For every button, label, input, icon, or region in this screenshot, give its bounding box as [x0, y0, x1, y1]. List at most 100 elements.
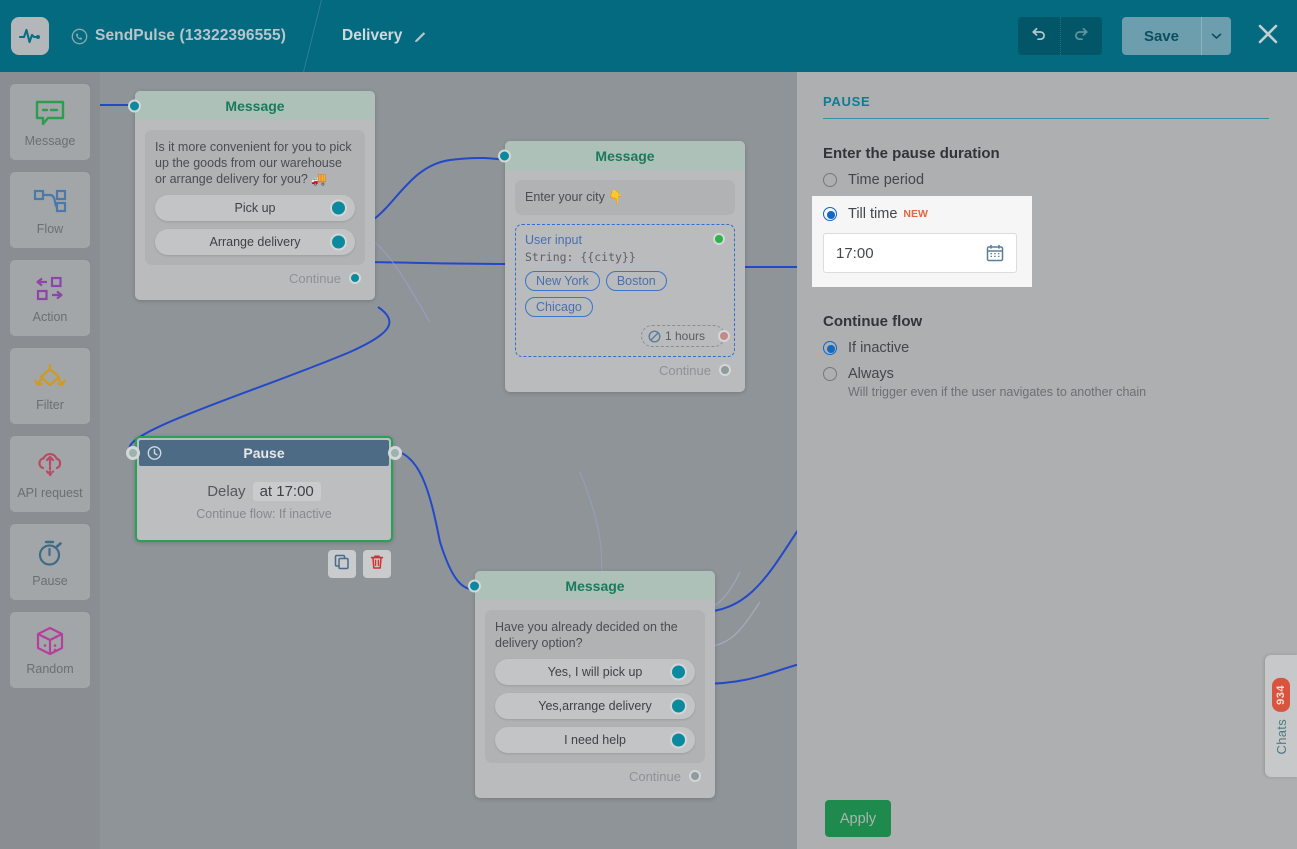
breadcrumb-account[interactable]: SendPulse (13322396555) [71, 27, 286, 45]
panel-title: PAUSE [823, 94, 871, 109]
sidebar-item-flow[interactable]: Flow [10, 172, 90, 248]
account-label: SendPulse (13322396555) [95, 27, 287, 44]
radio-till-time[interactable]: Till time NEW [823, 206, 1032, 222]
continue-label: Continue [658, 363, 711, 378]
node-input-port[interactable] [128, 99, 141, 112]
continue-label: Continue [288, 271, 341, 286]
continue-output-port[interactable] [689, 769, 701, 782]
pencil-icon[interactable] [413, 28, 429, 44]
node-pause[interactable]: Pause Delay at 17:00 Continue flow: If in… [126, 436, 402, 578]
radio-indicator [823, 207, 837, 221]
message-bubble[interactable]: Have you already decided on the delivery… [485, 610, 705, 763]
user-input-title: User input [525, 233, 582, 247]
user-input-timeout-badge[interactable]: 1 hours [641, 325, 730, 347]
till-time-input[interactable]: 17:00 [823, 233, 1017, 273]
save-button[interactable]: Save [1122, 17, 1201, 55]
history-button-group [1017, 17, 1102, 55]
node-output-port[interactable] [388, 446, 402, 460]
user-input-block[interactable]: User input String: {{city}} New York Bos… [515, 224, 735, 357]
sidebar-item-random[interactable]: Random [10, 612, 90, 688]
city-chip[interactable]: Chicago [525, 297, 593, 317]
message-bubble[interactable]: Enter your city 👇 [515, 180, 735, 215]
radio-label: If inactive [848, 340, 910, 356]
quick-reply-label: Pick up [234, 201, 276, 215]
node-body: Delay at 17:00 Continue flow: If inactive [139, 466, 389, 538]
calendar-icon[interactable] [986, 244, 1004, 262]
close-button[interactable] [1253, 21, 1283, 51]
quick-reply-button[interactable]: Yes, I will pick up [495, 659, 695, 685]
node-header: Pause [126, 440, 402, 466]
button-output-port[interactable] [330, 233, 347, 251]
continue-row[interactable]: Continue [515, 357, 735, 382]
node-header: Message [498, 141, 745, 170]
no-entry-icon [648, 329, 661, 343]
pause-delay-label: Delay [207, 483, 246, 500]
continue-output-port[interactable] [719, 363, 731, 376]
sidebar-item-message[interactable]: Message [10, 84, 90, 160]
continue-row[interactable]: Continue [485, 763, 705, 788]
radio-if-inactive[interactable]: If inactive [823, 340, 1269, 356]
api-cloud-icon [34, 448, 66, 482]
sidebar-item-pause[interactable]: Pause [10, 524, 90, 600]
message-text: Is it more convenient for you to pick up… [155, 140, 352, 186]
till-time-card: Till time NEW 17:00 [812, 196, 1032, 287]
chats-widget[interactable]: 934 Chats [1265, 655, 1297, 777]
message-bubble[interactable]: Is it more convenient for you to pick up… [145, 130, 365, 265]
pulse-logo-icon[interactable] [11, 17, 49, 55]
till-time-value: 17:00 [836, 244, 874, 262]
radio-label: Always [848, 366, 894, 382]
timeout-output-port[interactable] [718, 330, 730, 342]
node-input-port[interactable] [126, 446, 140, 460]
radio-indicator [823, 367, 837, 381]
whatsapp-icon [71, 28, 88, 45]
sidebar-item-label: API request [17, 486, 83, 500]
radio-time-period[interactable]: Time period [823, 172, 1269, 188]
redo-button[interactable] [1059, 17, 1102, 55]
sidebar-item-filter[interactable]: Filter [10, 348, 90, 424]
copy-node-button[interactable] [328, 550, 356, 578]
trash-icon [369, 554, 385, 575]
sidebar-item-label: Random [26, 662, 74, 676]
message-bubble-icon [34, 96, 66, 130]
quick-reply-button[interactable]: I need help [495, 727, 695, 753]
node-header: Message [468, 571, 715, 600]
apply-button[interactable]: Apply [825, 800, 891, 837]
pause-delay-row: Delay at 17:00 [207, 482, 321, 501]
sidebar-item-action[interactable]: Action [10, 260, 90, 336]
radio-indicator [823, 173, 837, 187]
city-chip[interactable]: Boston [605, 271, 667, 291]
clock-icon [147, 446, 162, 461]
button-output-port[interactable] [670, 731, 687, 749]
radio-always[interactable]: Always [823, 366, 1269, 382]
save-dropdown-button[interactable] [1201, 17, 1231, 55]
node-message-1[interactable]: Message Is it more convenient for you to… [128, 91, 375, 300]
breadcrumb-flow[interactable]: Delivery [342, 27, 429, 45]
message-text: Have you already decided on the delivery… [495, 620, 678, 650]
continue-row[interactable]: Continue [145, 265, 365, 290]
node-input-port[interactable] [468, 579, 481, 592]
node-title: Message [225, 97, 285, 114]
quick-reply-button[interactable]: Yes,arrange delivery [495, 693, 695, 719]
continue-output-port[interactable] [349, 271, 361, 284]
button-output-port[interactable] [670, 697, 687, 715]
sidebar-item-api-request[interactable]: API request [10, 436, 90, 512]
flow-nodes-icon [32, 184, 68, 218]
quick-reply-button[interactable]: Arrange delivery [155, 229, 355, 255]
undo-button[interactable] [1018, 17, 1060, 55]
node-input-port[interactable] [498, 149, 511, 162]
pause-settings-panel: PAUSE Enter the pause duration Time peri… [797, 72, 1297, 849]
chevron-down-icon [1211, 27, 1222, 45]
chats-unread-badge: 934 [1272, 677, 1290, 712]
duration-heading: Enter the pause duration [823, 145, 1000, 162]
user-input-output-port[interactable] [713, 233, 725, 245]
delete-node-button[interactable] [363, 550, 391, 578]
flow-canvas[interactable]: Message Is it more convenient for you to… [100, 72, 797, 849]
button-output-port[interactable] [330, 199, 347, 217]
node-title: Pause [243, 445, 285, 461]
city-chip[interactable]: New York [525, 271, 600, 291]
timeout-label: 1 hours [665, 329, 706, 343]
node-message-2[interactable]: Message Enter your city 👇 User input Str… [498, 141, 745, 392]
quick-reply-button[interactable]: Pick up [155, 195, 355, 221]
button-output-port[interactable] [670, 663, 687, 681]
node-message-3[interactable]: Message Have you already decided on the … [468, 571, 715, 798]
